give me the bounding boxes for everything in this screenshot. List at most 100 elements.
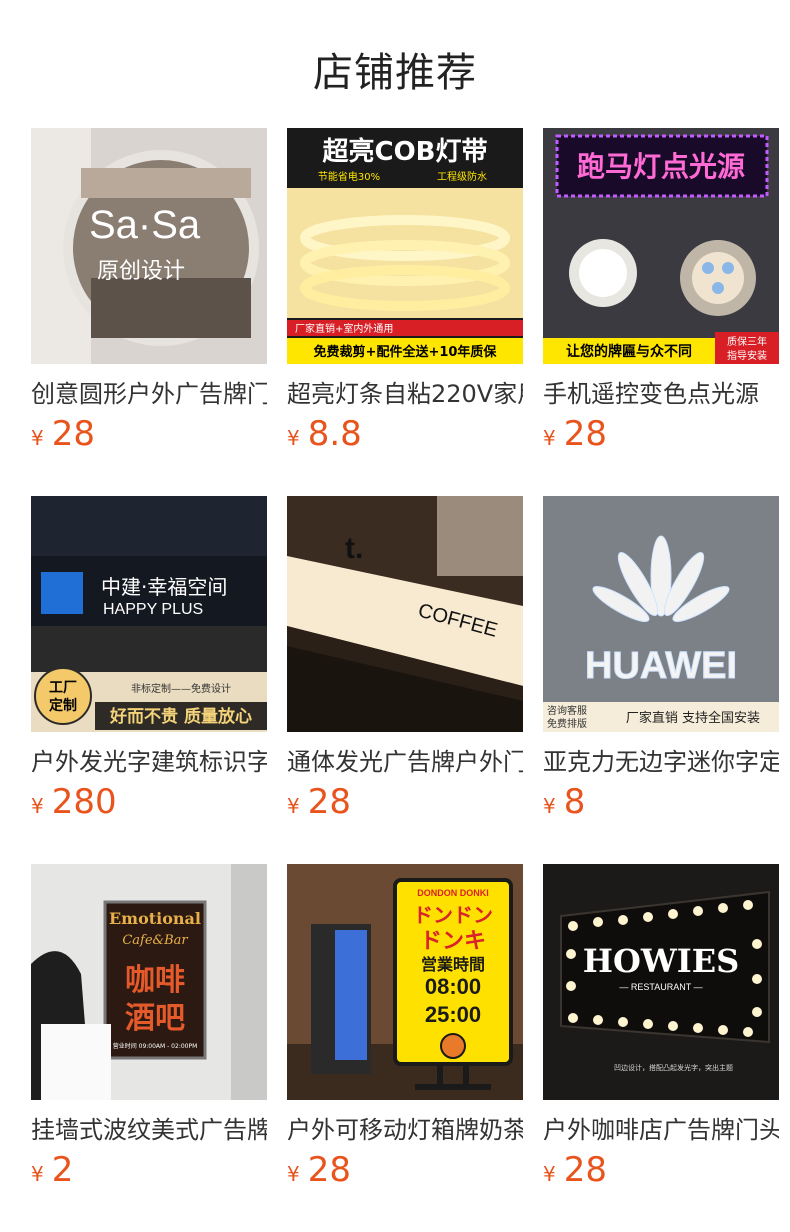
product-image[interactable]: 跑马灯点光源 让您的牌匾与众不同 质保三年 指导安装: [543, 128, 779, 364]
currency-symbol: ¥: [31, 426, 44, 450]
building-sign-image: 中建·幸福空间 HAPPY PLUS 工厂 定制 非标定制——免费设计 好而不贵…: [31, 496, 267, 732]
svg-text:咖啡: 咖啡: [125, 963, 185, 998]
currency-symbol: ¥: [287, 794, 300, 818]
price-value: 28: [307, 782, 351, 822]
svg-text:Cafe&Bar: Cafe&Bar: [122, 933, 188, 948]
currency-symbol: ¥: [543, 426, 556, 450]
acrylic-logo-image: HUAWEI 咨询客服 免费排版 厂家直销 支持全国安装: [543, 496, 779, 732]
cafe-bar-sign-image: Emotional Cafe&Bar 咖啡 酒吧 营业时间 09:00AM - …: [31, 864, 267, 1100]
svg-text:t.: t.: [345, 532, 363, 565]
price-value: 28: [563, 1150, 607, 1190]
product-name[interactable]: 超亮灯条自粘220V家用灯带: [287, 378, 523, 410]
svg-text:HUAWEI: HUAWEI: [585, 645, 737, 687]
price-value: 8: [563, 782, 586, 822]
svg-text:工程级防水: 工程级防水: [437, 170, 487, 183]
product-price: ¥28: [543, 414, 779, 454]
svg-text:免费裁剪+配件全送+10年质保: 免费裁剪+配件全送+10年质保: [314, 344, 498, 360]
price-value: 280: [51, 782, 117, 822]
product-card[interactable]: HOWIES — RESTAURANT — 凹边设计，搭配凸起发光字，突出主题 …: [543, 864, 779, 1190]
svg-text:厂家直销+室内外通用: 厂家直销+室内外通用: [295, 322, 393, 335]
product-price: ¥28: [543, 1150, 779, 1190]
product-grid: Sa·Sa 原创设计 创意圆形户外广告牌门头招牌 ¥28 超亮COB灯带 节能: [0, 0, 790, 1232]
product-name[interactable]: 创意圆形户外广告牌门头招牌: [31, 378, 267, 410]
product-image[interactable]: 中建·幸福空间 HAPPY PLUS 工厂 定制 非标定制——免费设计 好而不贵…: [31, 496, 267, 732]
svg-text:営業時間: 営業時間: [421, 955, 485, 974]
svg-text:咨询客服: 咨询客服: [547, 704, 587, 717]
currency-symbol: ¥: [287, 426, 300, 450]
svg-text:节能省电30%: 节能省电30%: [318, 170, 380, 183]
product-card[interactable]: Sa·Sa 原创设计 创意圆形户外广告牌门头招牌 ¥28: [31, 128, 267, 454]
svg-text:HOWIES: HOWIES: [583, 942, 740, 980]
howies-sign-image: HOWIES — RESTAURANT — 凹边设计，搭配凸起发光字，突出主题: [543, 864, 779, 1100]
product-card[interactable]: 中建·幸福空间 HAPPY PLUS 工厂 定制 非标定制——免费设计 好而不贵…: [31, 496, 267, 822]
sasa-sign-image: Sa·Sa 原创设计: [31, 128, 267, 364]
product-name[interactable]: 户外咖啡店广告牌门头: [543, 1114, 779, 1146]
svg-text:ドンドン: ドンドン: [413, 903, 493, 927]
product-image[interactable]: Sa·Sa 原创设计: [31, 128, 267, 364]
currency-symbol: ¥: [543, 1162, 556, 1186]
product-price: ¥8: [543, 782, 779, 822]
price-value: 28: [563, 414, 607, 454]
product-card[interactable]: DONDON DONKI ドンドン ドンキ 営業時間 08:00 25:00 户…: [287, 864, 523, 1190]
svg-text:酒吧: 酒吧: [125, 1001, 185, 1036]
svg-text:定制: 定制: [49, 697, 77, 714]
svg-text:25:00: 25:00: [425, 1002, 481, 1027]
svg-text:中建·幸福空间: 中建·幸福空间: [101, 575, 227, 599]
svg-text:Emotional: Emotional: [109, 909, 201, 928]
svg-text:厂家直销 支持全国安装: 厂家直销 支持全国安装: [626, 710, 760, 726]
svg-text:跑马灯点光源: 跑马灯点光源: [577, 150, 745, 183]
product-price: ¥28: [287, 782, 523, 822]
svg-text:免费排版: 免费排版: [547, 717, 587, 730]
product-card[interactable]: Emotional Cafe&Bar 咖啡 酒吧 营业时间 09:00AM - …: [31, 864, 267, 1190]
svg-text:DONDON DONKI: DONDON DONKI: [417, 888, 489, 898]
store-recommendations-page: 店铺推荐 Sa·Sa 原创设计 创意圆形户外广告牌门头招牌 ¥28: [0, 0, 790, 1232]
product-card[interactable]: HUAWEI 咨询客服 免费排版 厂家直销 支持全国安装 亚克力无边字迷你字定制…: [543, 496, 779, 822]
product-name[interactable]: 户外发光字建筑标识字: [31, 746, 267, 778]
product-price: ¥2: [31, 1150, 267, 1190]
svg-text:08:00: 08:00: [425, 974, 481, 999]
price-value: 8.8: [307, 414, 362, 454]
price-value: 28: [51, 414, 95, 454]
svg-text:— RESTAURANT —: — RESTAURANT —: [619, 982, 702, 992]
product-name[interactable]: 通体发光广告牌户外门头: [287, 746, 523, 778]
svg-text:ドンキ: ドンキ: [420, 929, 486, 954]
product-image[interactable]: t. COFFEE: [287, 496, 523, 732]
svg-text:HAPPY PLUS: HAPPY PLUS: [103, 601, 203, 618]
cob-strip-image: 超亮COB灯带 节能省电30% 工程级防水 厂家直销+室内外通用 免费裁剪+配件…: [287, 128, 523, 364]
svg-text:凹边设计，搭配凸起发光字，突出主题: 凹边设计，搭配凸起发光字，突出主题: [614, 1063, 733, 1072]
product-price: ¥28: [287, 1150, 523, 1190]
svg-text:营业时间 09:00AM - 02:00PM: 营业时间 09:00AM - 02:00PM: [113, 1042, 198, 1050]
product-name[interactable]: 手机遥控变色点光源: [543, 378, 779, 410]
svg-text:好而不贵 质量放心: 好而不贵 质量放心: [109, 706, 252, 727]
donki-lightbox-image: DONDON DONKI ドンドン ドンキ 営業時間 08:00 25:00: [287, 864, 523, 1100]
svg-text:非标定制——免费设计: 非标定制——免费设计: [131, 682, 231, 695]
currency-symbol: ¥: [287, 1162, 300, 1186]
currency-symbol: ¥: [543, 794, 556, 818]
svg-text:让您的牌匾与众不同: 让您的牌匾与众不同: [566, 343, 692, 360]
svg-text:原创设计: 原创设计: [97, 259, 185, 284]
point-light-image: 跑马灯点光源 让您的牌匾与众不同 质保三年 指导安装: [543, 128, 779, 364]
currency-symbol: ¥: [31, 794, 44, 818]
product-price: ¥8.8: [287, 414, 523, 454]
product-image[interactable]: DONDON DONKI ドンドン ドンキ 営業時間 08:00 25:00: [287, 864, 523, 1100]
product-price: ¥280: [31, 782, 267, 822]
coffee-lightbox-image: t. COFFEE: [287, 496, 523, 732]
product-price: ¥28: [31, 414, 267, 454]
product-name[interactable]: 挂墙式波纹美式广告牌: [31, 1114, 267, 1146]
product-image[interactable]: HOWIES — RESTAURANT — 凹边设计，搭配凸起发光字，突出主题: [543, 864, 779, 1100]
price-value: 28: [307, 1150, 351, 1190]
svg-text:Sa·Sa: Sa·Sa: [89, 203, 201, 247]
product-card[interactable]: t. COFFEE 通体发光广告牌户外门头 ¥28: [287, 496, 523, 822]
currency-symbol: ¥: [31, 1162, 44, 1186]
product-card[interactable]: 跑马灯点光源 让您的牌匾与众不同 质保三年 指导安装 手机遥控变色点光源 ¥ 2…: [543, 128, 779, 454]
product-image[interactable]: Emotional Cafe&Bar 咖啡 酒吧 营业时间 09:00AM - …: [31, 864, 267, 1100]
product-name[interactable]: 亚克力无边字迷你字定制: [543, 746, 779, 778]
product-image[interactable]: HUAWEI 咨询客服 免费排版 厂家直销 支持全国安装: [543, 496, 779, 732]
price-value: 2: [51, 1150, 74, 1190]
product-image[interactable]: 超亮COB灯带 节能省电30% 工程级防水 厂家直销+室内外通用 免费裁剪+配件…: [287, 128, 523, 364]
product-card[interactable]: 超亮COB灯带 节能省电30% 工程级防水 厂家直销+室内外通用 免费裁剪+配件…: [287, 128, 523, 454]
svg-text:工厂: 工厂: [49, 680, 77, 696]
svg-text:指导安装: 指导安装: [727, 349, 767, 362]
svg-text:质保三年: 质保三年: [727, 335, 767, 348]
product-name[interactable]: 户外可移动灯箱牌奶茶店: [287, 1114, 523, 1146]
